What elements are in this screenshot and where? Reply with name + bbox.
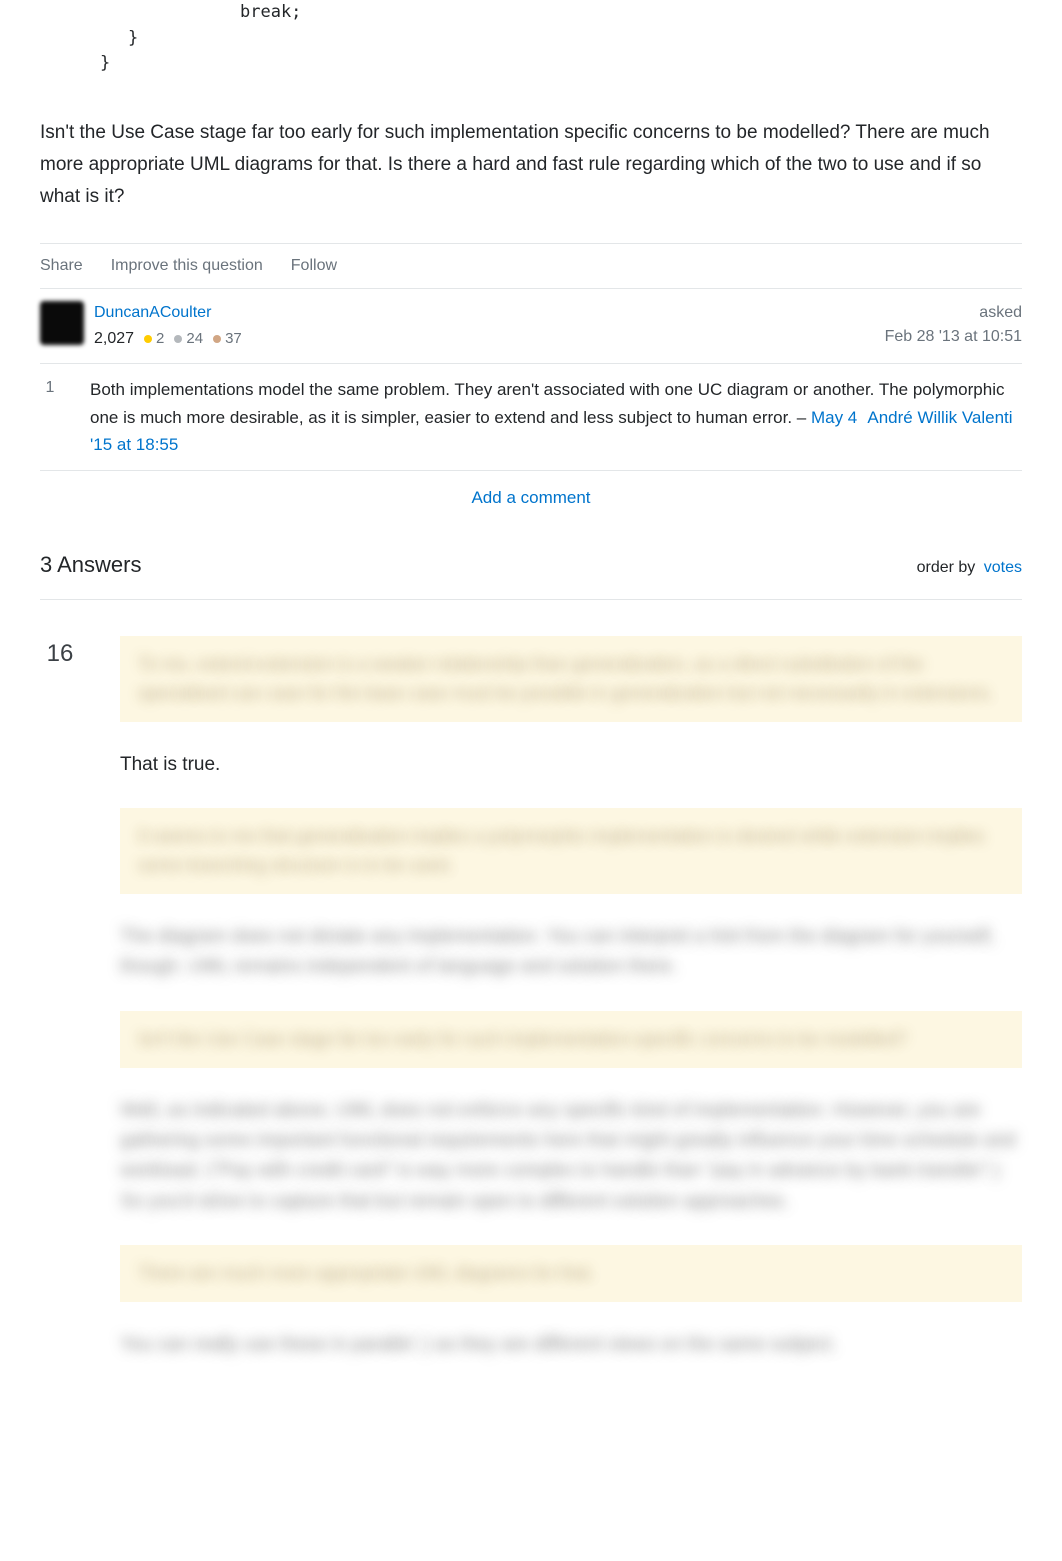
quote: Isn't the Use Case stage far too early f… xyxy=(120,1011,1022,1068)
answer-body: To me, extend-extension is a weaker rela… xyxy=(120,636,1022,1388)
asked-label: asked xyxy=(885,301,1022,325)
answer-paragraph: The diagram does not dictate any impleme… xyxy=(120,922,1022,983)
silver-dot-icon xyxy=(174,335,182,343)
bronze-badge: 37 xyxy=(213,328,242,351)
add-comment-link[interactable]: Add a comment xyxy=(471,488,590,507)
gold-badge: 2 xyxy=(144,328,164,351)
answers-count: 3 Answers xyxy=(40,548,142,581)
improve-question-link[interactable]: Improve this question xyxy=(111,254,263,278)
follow-link[interactable]: Follow xyxy=(291,254,337,278)
answer-paragraph: You can really use these in parallel :) … xyxy=(120,1330,1022,1360)
author-card: DuncanACoulter 2,027 2 24 37 xyxy=(40,301,242,351)
code-line: break; xyxy=(40,0,301,26)
asked-date: Feb 28 '13 at 10:51 xyxy=(885,325,1022,349)
answers-header: 3 Answers order by votes xyxy=(40,536,1022,600)
code-line: } xyxy=(40,26,138,52)
avatar[interactable] xyxy=(40,301,84,345)
code-block: break; } } xyxy=(40,0,1022,77)
author-stats: 2,027 2 24 37 xyxy=(94,327,242,351)
post-actions-bar: Share Improve this question Follow xyxy=(40,243,1022,289)
order-by-label: order by xyxy=(917,559,976,576)
reputation: 2,027 xyxy=(94,327,134,351)
bronze-dot-icon xyxy=(213,335,221,343)
answer-paragraph: Well, as indicated above, UML does not e… xyxy=(120,1096,1022,1218)
share-link[interactable]: Share xyxy=(40,254,83,278)
comment-author-link[interactable]: André Willik Valenti xyxy=(867,408,1012,427)
silver-badge: 24 xyxy=(174,328,203,351)
add-comment-row: Add a comment xyxy=(40,471,1022,531)
quote: There are much more appropriate UML diag… xyxy=(120,1245,1022,1302)
comment: 1 Both implementations model the same pr… xyxy=(40,364,1022,471)
gold-dot-icon xyxy=(144,335,152,343)
answer-paragraph: That is true. xyxy=(120,750,1022,780)
code-line: } xyxy=(40,51,110,77)
quote: To me, extend-extension is a weaker rela… xyxy=(120,636,1022,722)
quote: It seems to me that generalisation impli… xyxy=(120,808,1022,894)
answer-votes: 16 xyxy=(40,636,80,672)
comment-votes: 1 xyxy=(40,376,60,458)
answer: 16 To me, extend-extension is a weaker r… xyxy=(40,600,1022,1388)
order-by: order by votes xyxy=(917,556,1022,580)
vote-column: 16 xyxy=(40,636,80,1388)
author-row: DuncanACoulter 2,027 2 24 37 asked Feb 2… xyxy=(40,289,1022,364)
question-body: Isn't the Use Case stage far too early f… xyxy=(40,117,1022,214)
author-link[interactable]: DuncanACoulter xyxy=(94,304,211,321)
comment-body: Both implementations model the same prob… xyxy=(90,376,1022,458)
asked-info: asked Feb 28 '13 at 10:51 xyxy=(885,301,1022,349)
order-by-votes[interactable]: votes xyxy=(984,559,1022,576)
